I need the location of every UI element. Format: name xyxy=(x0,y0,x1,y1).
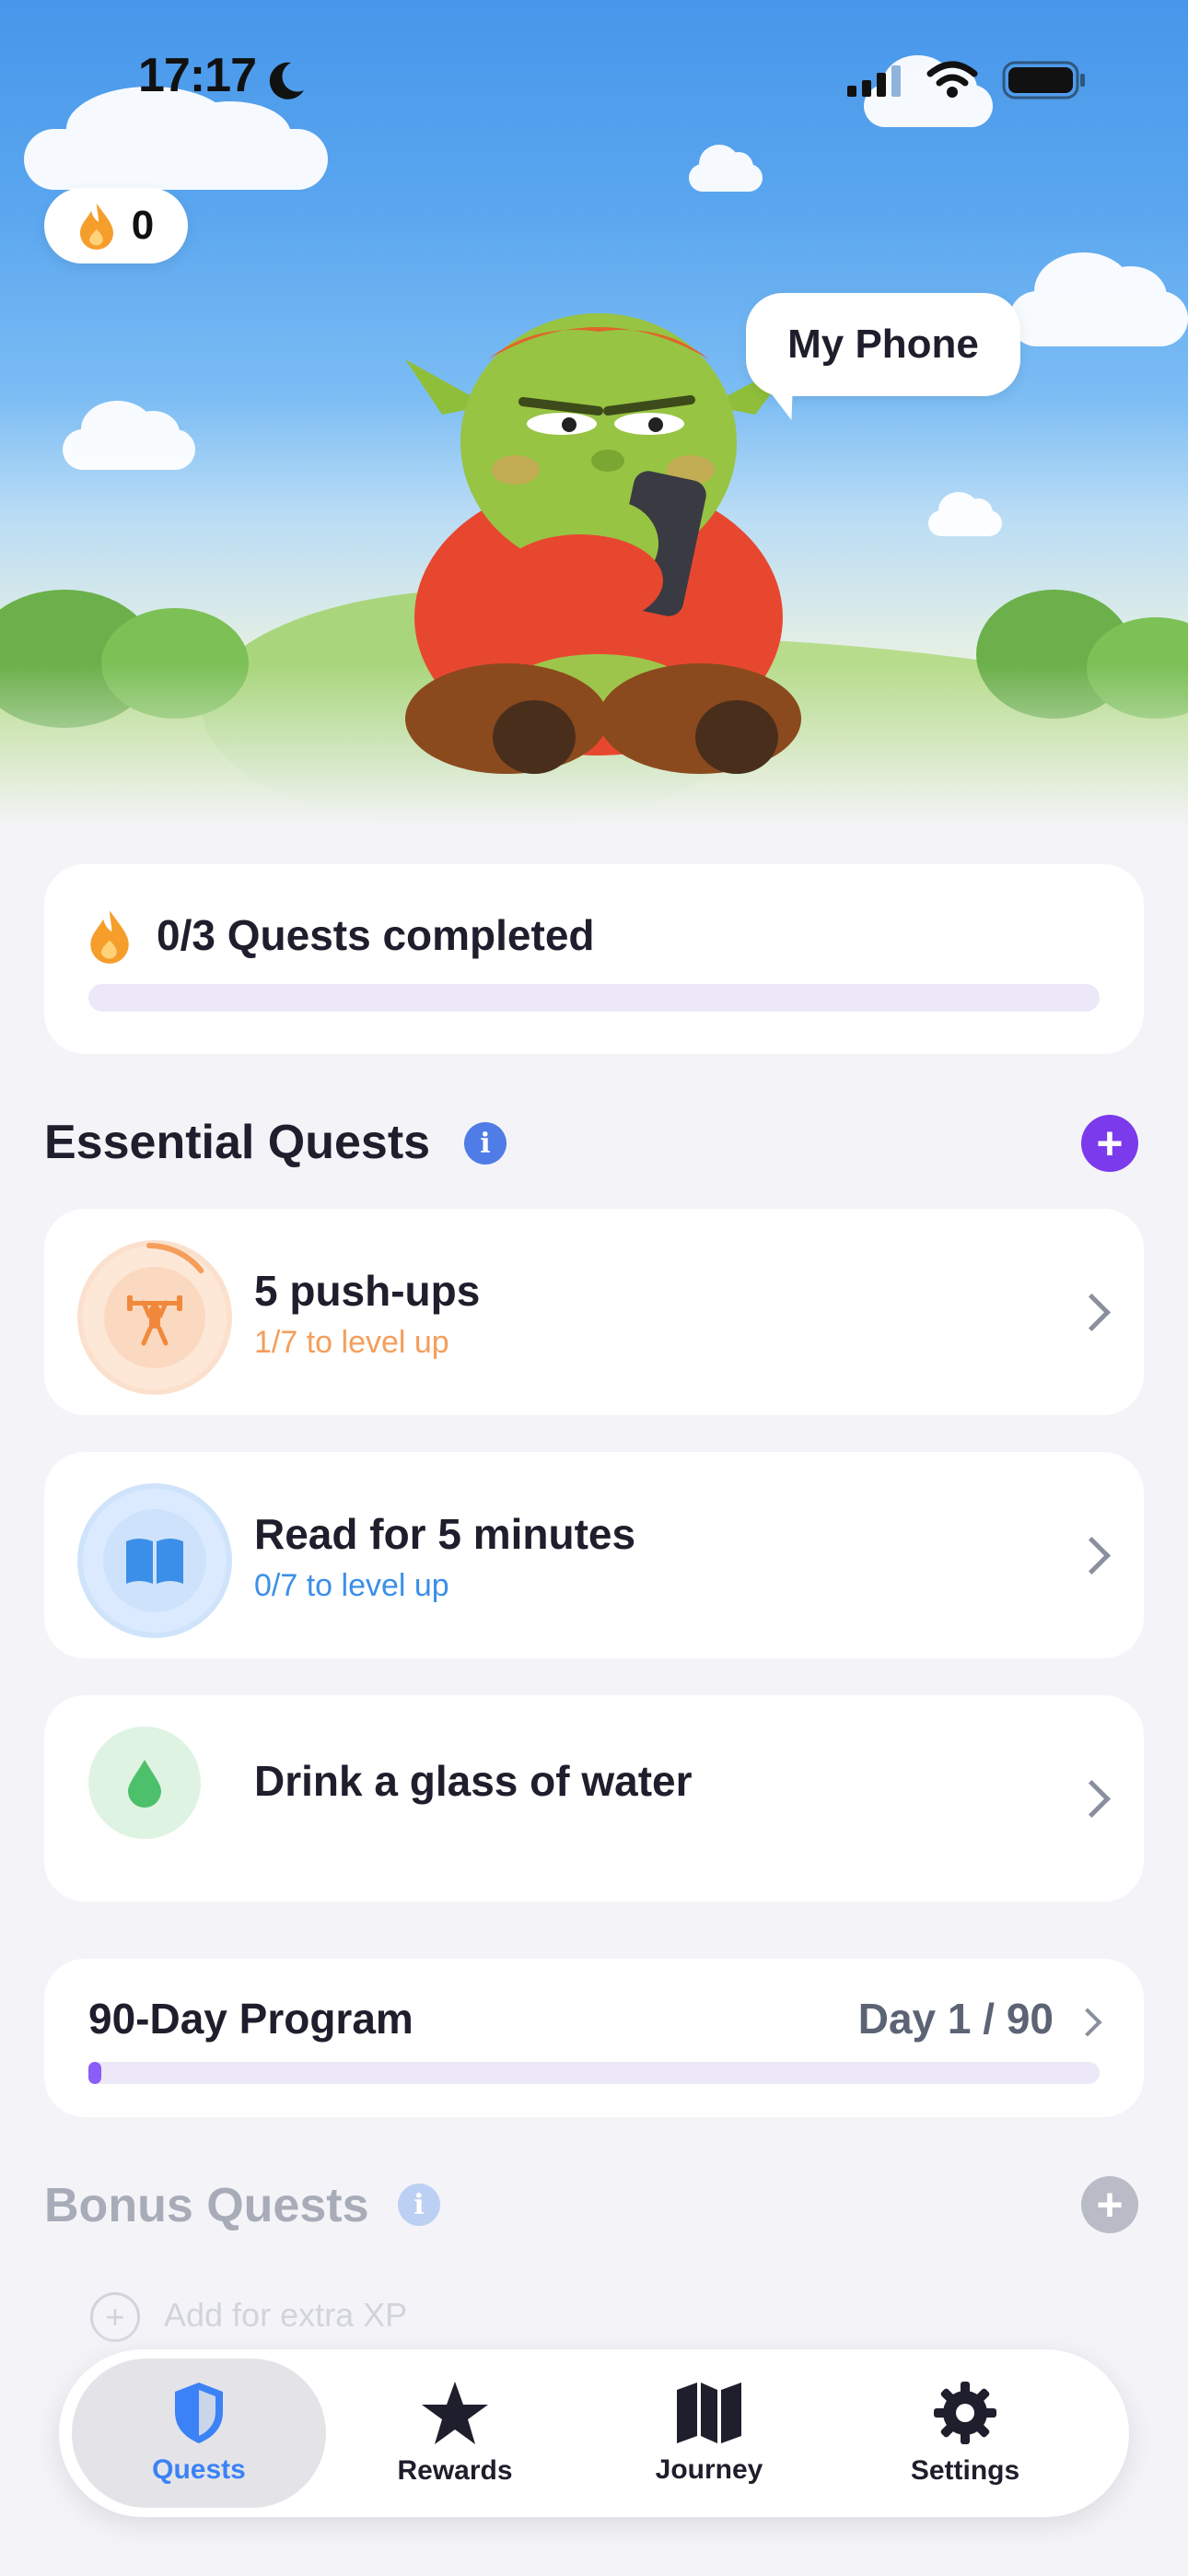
tab-settings[interactable]: Settings xyxy=(838,2359,1092,2508)
program-progress-fill xyxy=(88,2062,101,2084)
quest-title: 5 push-ups xyxy=(254,1267,481,1315)
program-progress-bar xyxy=(88,2062,1100,2084)
quest-icon-badge xyxy=(77,1483,232,1638)
status-time: 17:17 xyxy=(138,49,257,102)
bonus-quests-title: Bonus Quests xyxy=(44,2179,369,2232)
chevron-right-icon xyxy=(1072,1293,1112,1332)
quest-card[interactable]: Read for 5 minutes 0/7 to level up xyxy=(44,1452,1144,1658)
add-bonus-quest-button[interactable]: + xyxy=(1081,2176,1138,2233)
quest-title: Read for 5 minutes xyxy=(254,1510,636,1558)
quest-icon-badge xyxy=(88,1727,201,1839)
quest-card[interactable]: 5 push-ups 1/7 to level up xyxy=(44,1209,1144,1415)
tab-journey[interactable]: Journey xyxy=(582,2359,836,2508)
daily-progress-bar xyxy=(88,984,1100,1012)
chevron-right-icon xyxy=(1073,2008,1102,2037)
tab-label: Quests xyxy=(152,2454,246,2485)
flame-icon xyxy=(90,910,129,964)
quest-title: Drink a glass of water xyxy=(254,1757,693,1805)
quest-level-progress: 0/7 to level up xyxy=(254,1568,449,1603)
cellular-signal-icon xyxy=(847,65,901,97)
status-icons xyxy=(847,61,1087,100)
quest-card[interactable]: Drink a glass of water xyxy=(44,1695,1144,1902)
program-card[interactable]: 90-Day Program Day 1 / 90 xyxy=(44,1959,1144,2117)
star-icon xyxy=(422,2382,488,2444)
streak-counter[interactable]: 0 xyxy=(44,188,188,263)
flame-icon xyxy=(79,204,113,250)
tab-label: Journey xyxy=(655,2454,763,2485)
tab-label: Settings xyxy=(910,2455,1020,2486)
wifi-icon xyxy=(926,61,978,98)
shield-icon xyxy=(175,2383,223,2443)
tab-label: Rewards xyxy=(397,2455,513,2486)
cloud xyxy=(689,145,763,192)
info-icon[interactable]: i xyxy=(398,2184,440,2226)
chevron-right-icon xyxy=(1072,1536,1112,1575)
streak-count: 0 xyxy=(131,203,155,248)
hero-scene xyxy=(0,0,1188,829)
cloud xyxy=(24,86,328,190)
quest-icon-badge xyxy=(77,1240,232,1395)
moon-icon xyxy=(269,62,304,100)
tab-quests[interactable]: Quests xyxy=(72,2359,326,2508)
program-day: Day 1 / 90 xyxy=(857,1995,1054,2043)
book-icon xyxy=(126,1539,183,1584)
map-icon xyxy=(677,2383,741,2443)
speech-bubble: My Phone xyxy=(746,293,1020,396)
cloud xyxy=(63,401,195,470)
essential-quests-title: Essential Quests xyxy=(44,1116,431,1169)
tab-rewards[interactable]: Rewards xyxy=(328,2359,582,2508)
battery-icon xyxy=(1002,61,1085,100)
level-progress-ring xyxy=(80,1243,218,1381)
cloud xyxy=(1009,252,1188,346)
quests-completed-label: 0/3 Quests completed xyxy=(157,911,595,959)
goblin-character xyxy=(405,313,801,774)
daily-progress-card: 0/3 Quests completed xyxy=(44,864,1144,1054)
add-essential-quest-button[interactable]: + xyxy=(1081,1115,1138,1172)
quest-level-progress: 1/7 to level up xyxy=(254,1325,449,1360)
program-title: 90-Day Program xyxy=(88,1995,413,2043)
chevron-right-icon xyxy=(1072,1779,1112,1819)
info-icon[interactable]: i xyxy=(464,1122,507,1165)
tab-bar: Quests Rewards Journey Settings xyxy=(59,2349,1129,2517)
gear-icon xyxy=(934,2382,996,2444)
cloud xyxy=(928,492,1002,536)
water-drop-icon xyxy=(128,1760,161,1808)
